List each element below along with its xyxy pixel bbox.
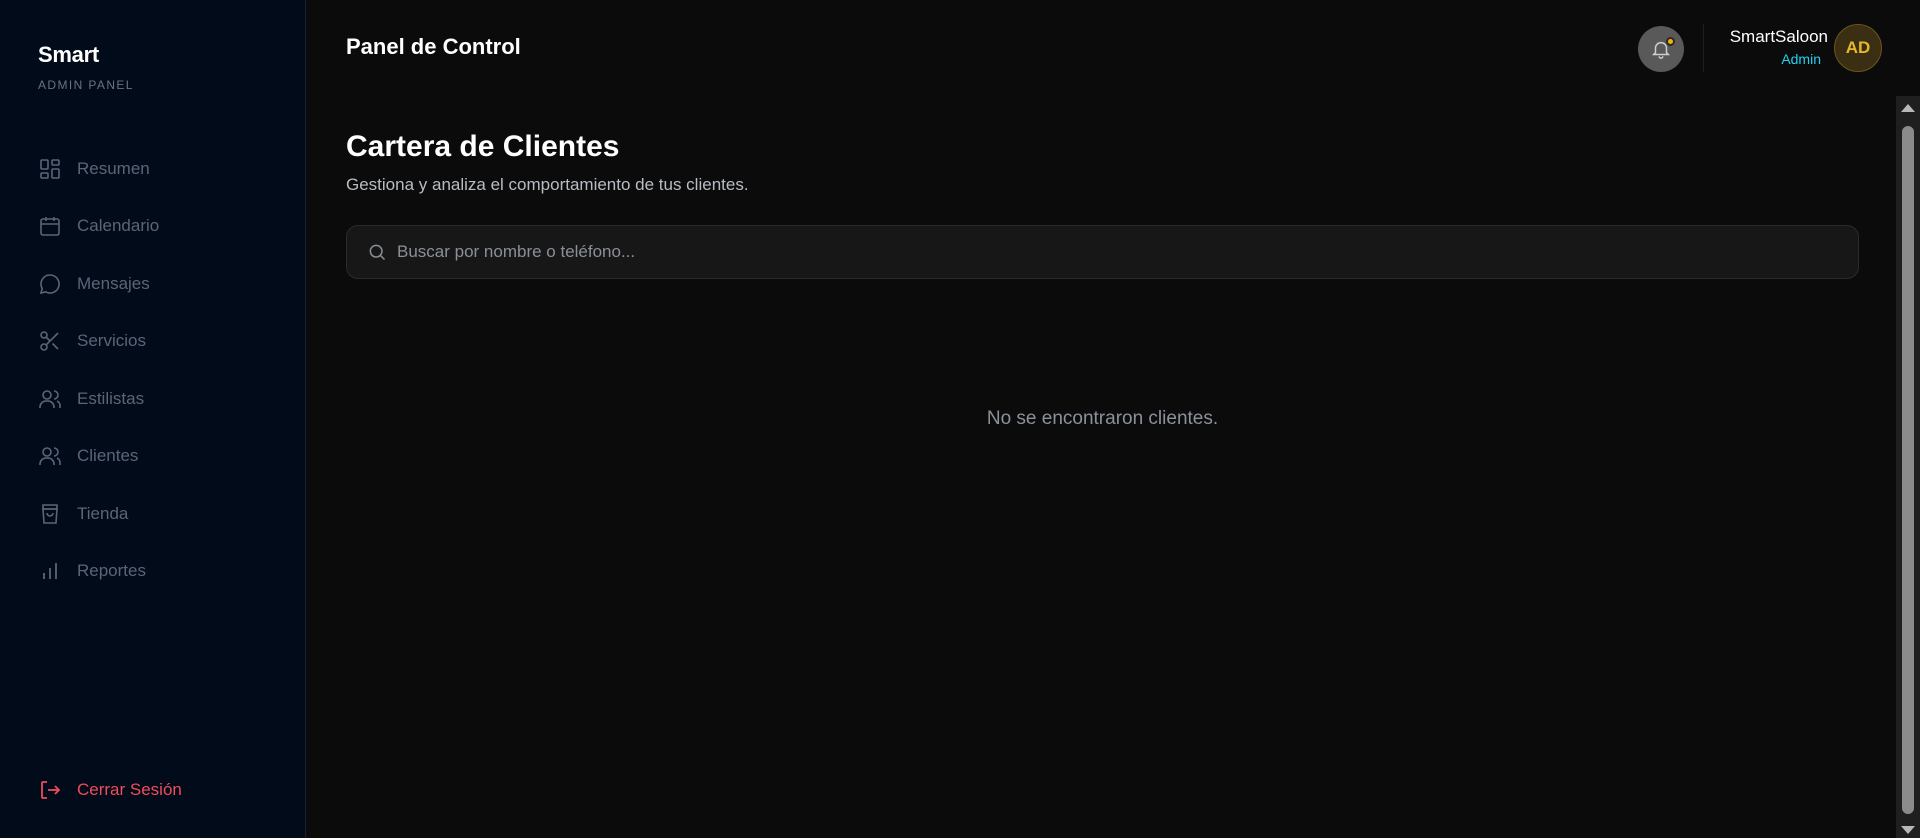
sidebar-item-label: Clientes	[77, 446, 139, 466]
brand: Smart ADMIN PANEL	[38, 42, 134, 92]
scroll-up-arrow-icon[interactable]	[1901, 104, 1915, 112]
page-subtitle: Gestiona y analiza el comportamiento de …	[346, 175, 749, 194]
sidebar-item-clientes[interactable]: Clientes	[38, 428, 278, 486]
sidebar-item-estilistas[interactable]: Estilistas	[38, 370, 278, 428]
sidebar-item-label: Resumen	[77, 158, 150, 178]
sidebar-item-label: Reportes	[77, 561, 146, 581]
message-icon	[38, 272, 62, 296]
notifications-button[interactable]	[1638, 26, 1684, 72]
logout-label: Cerrar Sesión	[77, 780, 182, 799]
sidebar-item-mensajes[interactable]: Mensajes	[38, 255, 278, 313]
sidebar-item-label: Estilistas	[77, 388, 145, 408]
sidebar-nav: Resumen Calendario Mensajes Servicios Es…	[38, 140, 278, 600]
search-box	[346, 225, 1859, 279]
sidebar-item-tienda[interactable]: Tienda	[38, 485, 278, 543]
page-title: Cartera de Clientes	[346, 130, 620, 163]
scroll-thumb[interactable]	[1902, 126, 1914, 814]
sidebar-item-label: Servicios	[77, 331, 146, 351]
sidebar-item-label: Calendario	[77, 216, 160, 236]
search-input[interactable]	[397, 242, 1797, 262]
shopping-bag-icon	[38, 502, 62, 526]
sidebar-item-resumen[interactable]: Resumen	[38, 140, 278, 198]
avatar[interactable]: AD	[1834, 24, 1882, 72]
sidebar: Smart ADMIN PANEL Resumen Calendario Men…	[0, 0, 306, 838]
sidebar-item-reportes[interactable]: Reportes	[38, 543, 278, 601]
bar-chart-icon	[38, 559, 62, 583]
scissors-icon	[38, 329, 62, 353]
scroll-down-arrow-icon[interactable]	[1901, 826, 1915, 834]
sidebar-item-calendario[interactable]: Calendario	[38, 198, 278, 256]
header-title: Panel de Control	[346, 34, 521, 59]
users-icon	[38, 444, 62, 468]
search-icon	[367, 242, 387, 262]
empty-state-message: No se encontraron clientes.	[986, 408, 1219, 429]
brand-subtitle: ADMIN PANEL	[38, 78, 134, 92]
logout-button[interactable]: Cerrar Sesión	[38, 778, 182, 802]
calendar-icon	[38, 214, 62, 238]
notification-badge	[1666, 37, 1675, 46]
logout-icon	[38, 778, 62, 802]
user-role: Admin	[1781, 51, 1821, 67]
header-divider	[1703, 24, 1704, 72]
user-name: SmartSaloon	[1729, 27, 1828, 46]
brand-title: Smart	[38, 42, 99, 67]
sidebar-item-label: Tienda	[77, 503, 129, 523]
sidebar-item-label: Mensajes	[77, 273, 150, 293]
scrollbar[interactable]	[1896, 96, 1920, 838]
users-icon	[38, 387, 62, 411]
dashboard-icon	[38, 157, 62, 181]
sidebar-item-servicios[interactable]: Servicios	[38, 313, 278, 371]
